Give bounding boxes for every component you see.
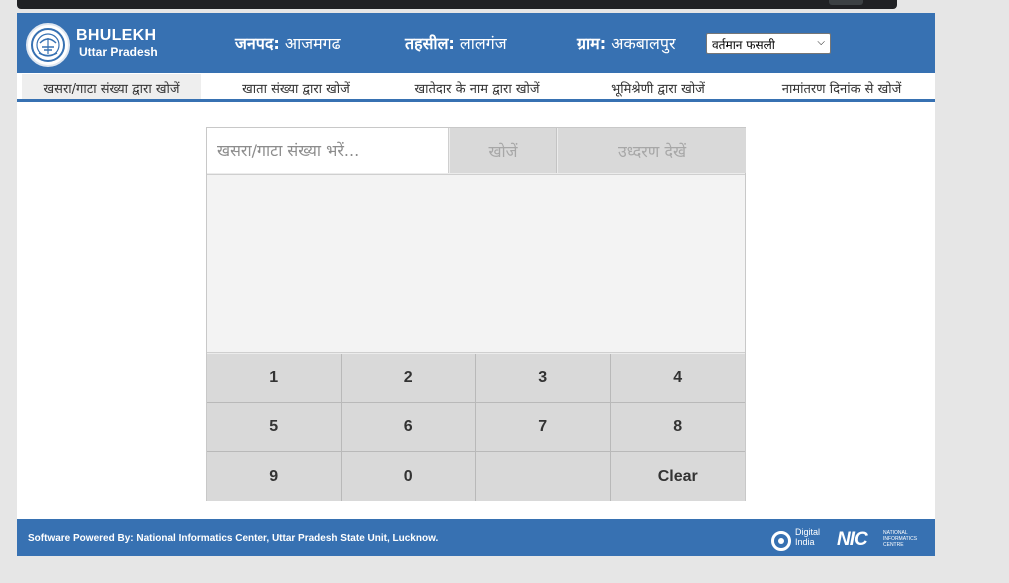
tehsil-label: तहसील: <box>405 34 455 53</box>
tab-khasra-search[interactable]: खसरा/गाटा संख्या द्वारा खोजें <box>22 74 201 99</box>
digital-india-icon[interactable]: Digital India <box>771 527 831 551</box>
view-extract-button[interactable]: उध्दरण देखें <box>558 128 746 173</box>
bhulekh-page: BHULEKH Uttar Pradesh जनपद: आजमगढ तहसील:… <box>17 13 935 556</box>
keypad-key-5[interactable]: 5 <box>207 403 342 452</box>
keypad-key-4[interactable]: 4 <box>610 354 745 403</box>
tehsil-value: लालगंज <box>459 34 507 53</box>
gram-info: ग्राम: अकबालपुर <box>577 32 676 54</box>
chevron-down-icon: ⌵ <box>817 37 825 48</box>
janpad-label: जनपद: <box>235 34 280 53</box>
site-header: BHULEKH Uttar Pradesh जनपद: आजमगढ तहसील:… <box>17 13 935 73</box>
khasra-search-input[interactable]: खसरा/गाटा संख्या भरें... <box>207 128 449 173</box>
gram-label: ग्राम: <box>577 34 607 53</box>
nic-logo-icon[interactable]: NIC NATIONAL INFORMATICS CENTRE <box>837 530 929 550</box>
search-button[interactable]: खोजें <box>450 128 557 173</box>
browser-toolbar-chip[interactable] <box>829 0 863 5</box>
fasli-select[interactable]: वर्तमान फसली ⌵ <box>706 33 831 54</box>
results-list[interactable] <box>207 174 745 353</box>
brand-subtitle: Uttar Pradesh <box>79 45 158 59</box>
keypad-key-1[interactable]: 1 <box>207 354 342 403</box>
fasli-selected-value: वर्तमान फसली <box>712 38 775 52</box>
keypad-key-7[interactable]: 7 <box>476 403 611 452</box>
tab-khata-search[interactable]: खाता संख्या द्वारा खोजें <box>221 74 371 99</box>
keypad-key-9[interactable]: 9 <box>207 452 342 501</box>
numeric-keypad: 1 2 3 4 5 6 7 8 9 0 Clear <box>207 354 745 501</box>
keypad-key-0[interactable]: 0 <box>341 452 476 501</box>
keypad-clear-button[interactable]: Clear <box>610 452 745 501</box>
nic-mark: NIC <box>837 529 868 550</box>
tab-mutation-date-search[interactable]: नामांतरण दिनांक से खोजें <box>769 74 914 99</box>
browser-address-bar[interactable] <box>17 0 897 9</box>
janpad-value: आजमगढ <box>284 34 341 53</box>
keypad-key-6[interactable]: 6 <box>341 403 476 452</box>
gram-value: अकबालपुर <box>611 34 676 53</box>
site-footer: Software Powered By: National Informatic… <box>17 519 935 556</box>
search-mode-tabs: खसरा/गाटा संख्या द्वारा खोजें खाता संख्य… <box>17 74 935 102</box>
keypad-key-blank <box>476 452 611 501</box>
powered-by-text: Software Powered By: National Informatic… <box>28 533 439 544</box>
browser-chrome-strip <box>0 0 1009 13</box>
tab-owner-name-search[interactable]: खातेदार के नाम द्वारा खोजें <box>399 74 555 99</box>
keypad-key-8[interactable]: 8 <box>610 403 745 452</box>
brand-title: BHULEKH <box>76 27 157 44</box>
janpad-info: जनपद: आजमगढ <box>235 32 341 54</box>
tab-land-category-search[interactable]: भूमिश्रेणी द्वारा खोजें <box>595 74 721 99</box>
tehsil-info: तहसील: लालगंज <box>405 32 507 54</box>
nic-words: NATIONAL INFORMATICS CENTRE <box>883 530 918 548</box>
search-panel: खसरा/गाटा संख्या भरें... खोजें उध्दरण दे… <box>206 127 746 501</box>
up-emblem-icon[interactable] <box>26 23 70 67</box>
keypad-key-3[interactable]: 3 <box>476 354 611 403</box>
digital-india-dot <box>778 538 784 544</box>
keypad-key-2[interactable]: 2 <box>341 354 476 403</box>
digital-india-text: Digital India <box>795 527 821 547</box>
